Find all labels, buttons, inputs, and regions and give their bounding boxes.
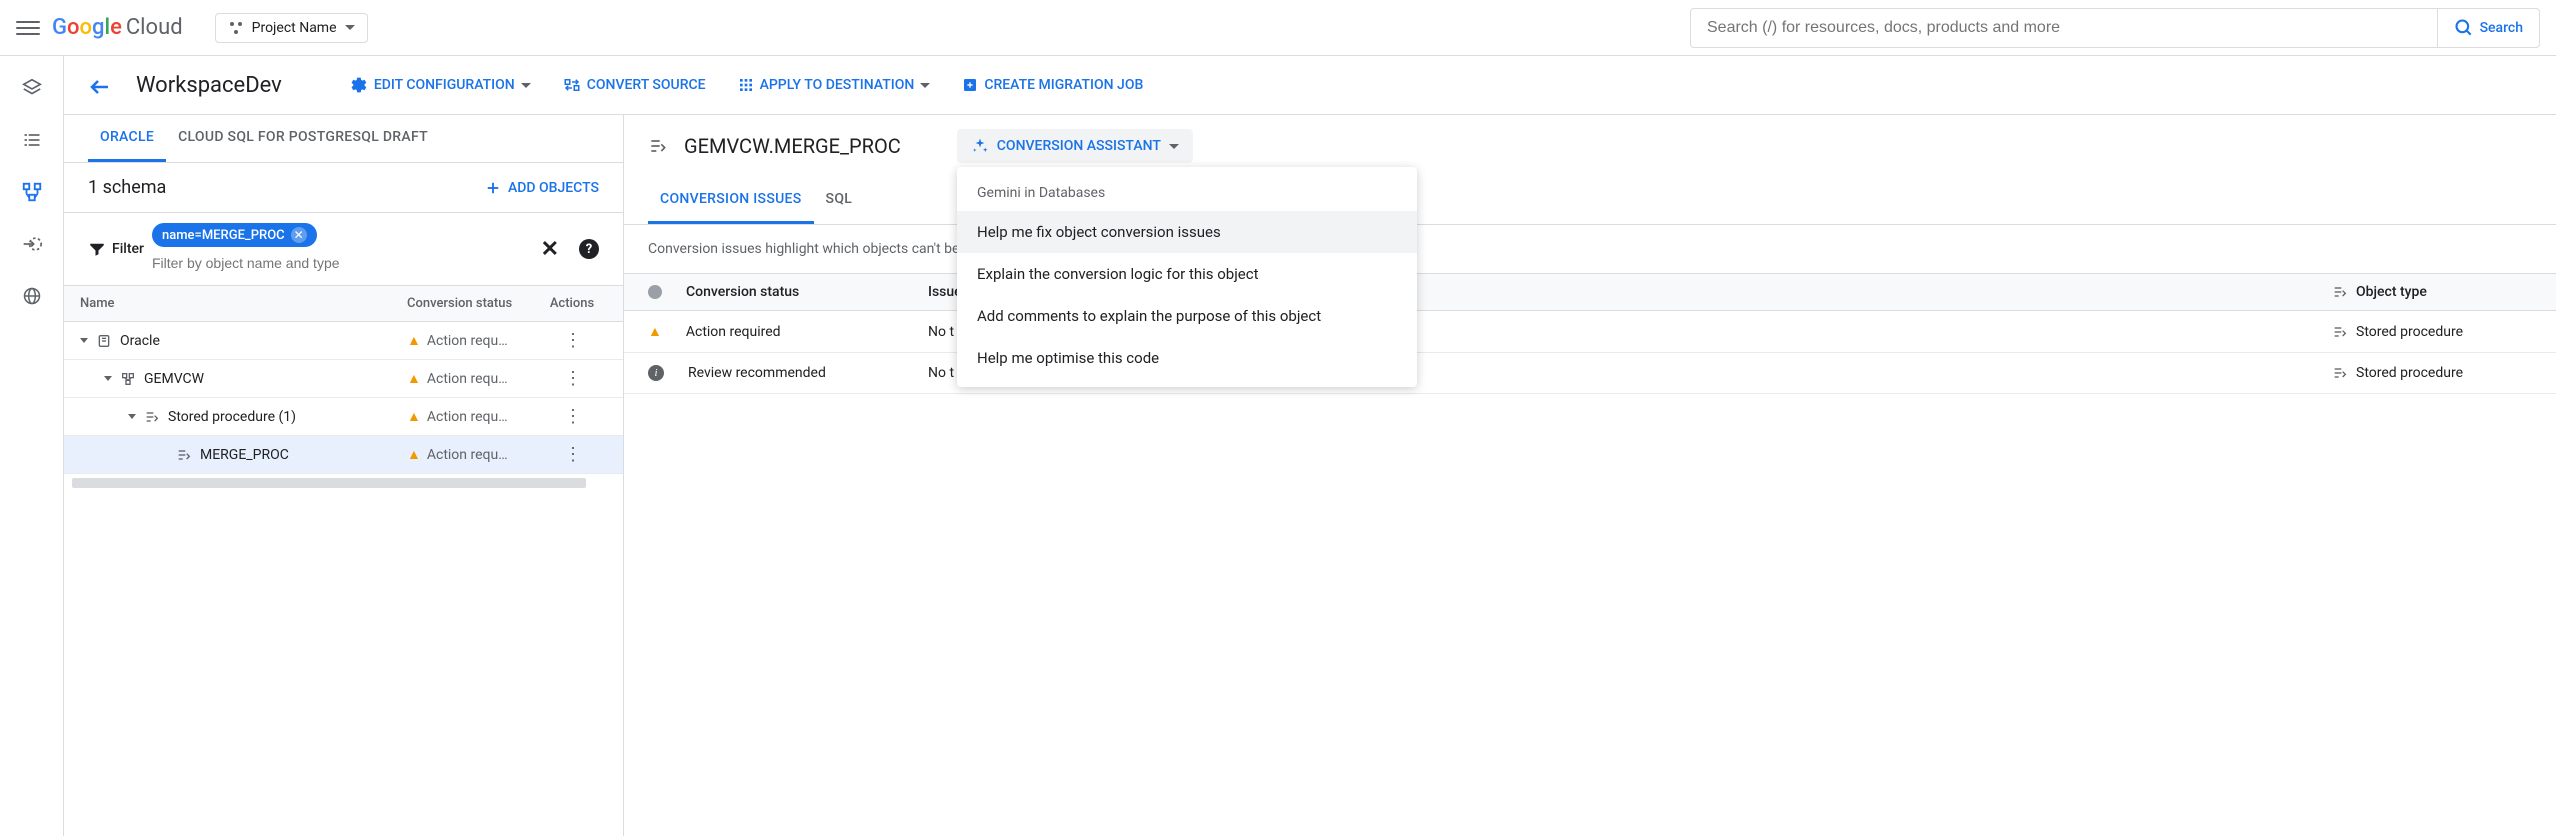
- search-button-label: Search: [2480, 20, 2523, 36]
- menu-header: Gemini in Databases: [957, 175, 1417, 211]
- rail-layers-icon[interactable]: [20, 76, 44, 100]
- convert-source-button[interactable]: CONVERT SOURCE: [559, 68, 710, 102]
- chevron-down-icon: [1169, 144, 1179, 149]
- tab-cloudsql-draft[interactable]: CLOUD SQL FOR POSTGRESQL DRAFT: [166, 115, 440, 162]
- search-input[interactable]: [1691, 9, 2437, 47]
- tab-sql[interactable]: SQL: [814, 177, 865, 224]
- info-icon: i: [648, 365, 664, 381]
- issue-row[interactable]: ▲Action required No t Stored procedure: [624, 311, 2556, 353]
- page-toolbar: WorkspaceDev EDIT CONFIGURATION CONVERT …: [64, 56, 2556, 115]
- tree-toggle-icon[interactable]: [80, 338, 88, 343]
- issues-description: Conversion issues highlight which object…: [624, 225, 2556, 273]
- logo-cloud-text: Cloud: [126, 15, 183, 40]
- tree-row-stored-procedure-group[interactable]: Stored procedure (1) ▲Action requ… ⋮: [64, 398, 623, 436]
- col-object-type: Object type: [2356, 284, 2427, 300]
- warning-icon: ▲: [407, 332, 421, 349]
- procedure-icon: [2332, 365, 2348, 381]
- filter-icon: [88, 240, 106, 258]
- workspace-title: WorkspaceDev: [136, 73, 282, 98]
- assistant-dropdown-menu: Gemini in Databases Help me fix object c…: [957, 167, 1417, 387]
- conversion-assistant-button[interactable]: CONVERSION ASSISTANT: [957, 129, 1193, 163]
- status-dot-icon: [648, 285, 662, 299]
- chevron-down-icon: [521, 83, 531, 88]
- tree-row-merge-proc[interactable]: MERGE_PROC ▲Action requ… ⋮: [64, 436, 623, 474]
- object-title: GEMVCW.MERGE_PROC: [684, 134, 901, 158]
- row-actions-menu[interactable]: ⋮: [564, 368, 580, 389]
- horizontal-scrollbar[interactable]: [72, 478, 586, 488]
- warning-icon: ▲: [648, 323, 662, 340]
- back-button[interactable]: [88, 71, 112, 99]
- chevron-down-icon: [920, 83, 930, 88]
- menu-item-fix-issues[interactable]: Help me fix object conversion issues: [957, 211, 1417, 253]
- rail-globe-icon[interactable]: [20, 284, 44, 308]
- search-container: Search: [1690, 8, 2540, 48]
- warning-icon: ▲: [407, 408, 421, 425]
- col-conversion-status: Conversion status: [686, 284, 799, 300]
- chevron-down-icon: [345, 25, 355, 30]
- filter-chip[interactable]: name=MERGE_PROC ✕: [152, 223, 317, 247]
- rail-import-icon[interactable]: [20, 232, 44, 256]
- project-name: Project Name: [252, 20, 337, 36]
- menu-item-optimise-code[interactable]: Help me optimise this code: [957, 337, 1417, 379]
- tree-row-oracle[interactable]: Oracle ▲Action requ… ⋮: [64, 322, 623, 360]
- project-icon: [228, 20, 244, 36]
- sparkle-icon: [971, 137, 989, 155]
- clear-filter-button[interactable]: ✕: [541, 237, 559, 262]
- issue-row[interactable]: iReview recommended No t Stored procedur…: [624, 353, 2556, 394]
- warning-icon: ▲: [407, 446, 421, 463]
- procedure-icon: [144, 409, 160, 425]
- procedure-icon: [176, 447, 192, 463]
- procedure-icon: [2332, 324, 2348, 340]
- plus-icon: [484, 179, 502, 197]
- edit-configuration-button[interactable]: EDIT CONFIGURATION: [346, 68, 535, 102]
- rail-workspace-icon[interactable]: [20, 180, 44, 204]
- col-actions-header: Actions: [537, 296, 607, 311]
- filter-input[interactable]: [152, 251, 533, 275]
- menu-item-explain-logic[interactable]: Explain the conversion logic for this ob…: [957, 253, 1417, 295]
- search-button[interactable]: Search: [2437, 9, 2539, 47]
- schema-count: 1 schema: [88, 177, 166, 198]
- filter-label: Filter: [88, 240, 144, 258]
- menu-item-add-comments[interactable]: Add comments to explain the purpose of t…: [957, 295, 1417, 337]
- chip-remove-icon[interactable]: ✕: [291, 227, 307, 243]
- tab-conversion-issues[interactable]: CONVERSION ISSUES: [648, 177, 814, 224]
- project-picker[interactable]: Project Name: [215, 13, 368, 43]
- row-actions-menu[interactable]: ⋮: [564, 330, 580, 351]
- create-migration-job-button[interactable]: CREATE MIGRATION JOB: [958, 69, 1147, 101]
- tab-oracle[interactable]: ORACLE: [88, 115, 166, 162]
- col-status-header: Conversion status: [407, 296, 537, 311]
- convert-icon: [563, 76, 581, 94]
- rail-list-icon[interactable]: [20, 128, 44, 152]
- tree-toggle-icon[interactable]: [128, 414, 136, 419]
- tree-toggle-icon[interactable]: [104, 376, 112, 381]
- warning-icon: ▲: [407, 370, 421, 387]
- add-objects-button[interactable]: ADD OBJECTS: [484, 179, 599, 197]
- search-icon: [2454, 18, 2474, 38]
- help-icon[interactable]: ?: [579, 239, 599, 259]
- tree-row-gemvcw[interactable]: GEMVCW ▲Action requ… ⋮: [64, 360, 623, 398]
- grid-icon: [738, 77, 754, 93]
- apply-destination-button[interactable]: APPLY TO DESTINATION: [734, 69, 935, 101]
- row-actions-menu[interactable]: ⋮: [564, 444, 580, 465]
- gear-icon: [350, 76, 368, 94]
- procedure-icon: [2332, 284, 2348, 300]
- left-rail: [0, 56, 64, 836]
- plus-box-icon: [962, 77, 978, 93]
- col-name-header: Name: [80, 296, 407, 311]
- hamburger-menu[interactable]: [16, 16, 40, 40]
- database-icon: [96, 333, 112, 349]
- schema-icon: [120, 371, 136, 387]
- procedure-icon: [648, 136, 668, 156]
- google-cloud-logo[interactable]: Google Cloud: [52, 15, 183, 40]
- row-actions-menu[interactable]: ⋮: [564, 406, 580, 427]
